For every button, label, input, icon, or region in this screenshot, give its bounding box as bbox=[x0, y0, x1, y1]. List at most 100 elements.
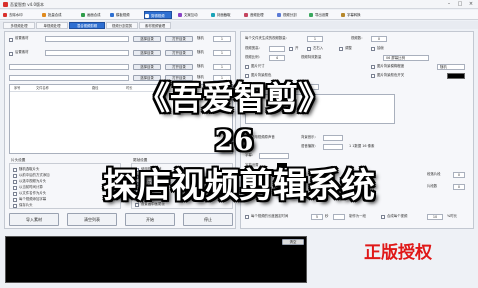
intro-opt-checkbox[interactable] bbox=[13, 168, 17, 172]
subtitle-size-label: 1 1数据 16 像素 bbox=[349, 144, 375, 148]
video-count-label: 视频数： bbox=[351, 36, 365, 40]
window-title: 吾爱智剪 v4.0版本 bbox=[10, 2, 44, 7]
third-choose-folder-button[interactable]: 选择目录 bbox=[133, 64, 161, 70]
clear-log-button[interactable]: 清空 bbox=[282, 239, 304, 245]
suffix-choose-folder-button[interactable]: 选择目录 bbox=[133, 50, 161, 56]
suffix-checkbox[interactable] bbox=[9, 52, 13, 56]
toolbar-export-settings[interactable]: 导出设置 bbox=[309, 11, 341, 19]
fixed-length-input[interactable]: 5 bbox=[311, 214, 323, 220]
split-icon bbox=[277, 13, 281, 17]
toolbar-template-video[interactable]: 模板视频 bbox=[110, 11, 146, 19]
video-size-input[interactable] bbox=[269, 46, 285, 52]
stop-button[interactable]: 停止 bbox=[183, 213, 233, 226]
toolbar-remove-watermark[interactable]: 去除水印 bbox=[3, 11, 39, 19]
bgm-label: 背景音乐： bbox=[301, 135, 318, 139]
intro-opt-label: 保存片头 bbox=[19, 203, 33, 207]
option-checkbox[interactable] bbox=[339, 47, 343, 51]
video-ratio-input[interactable]: 4 bbox=[269, 55, 285, 61]
app-logo-icon bbox=[3, 2, 8, 7]
prefix-choose-folder-button[interactable]: 选择目录 bbox=[133, 36, 161, 42]
segment-input[interactable]: 0 bbox=[453, 172, 465, 178]
screen-ratio-select[interactable]: 06 屏幕比例 bbox=[383, 55, 429, 61]
video-ratio-label: 视频比例： bbox=[245, 55, 262, 59]
blur-label: 图片背景模糊程度 bbox=[377, 64, 405, 68]
option-label: 开 bbox=[295, 46, 299, 50]
toolbar-edit-video[interactable]: 剪辑视频 bbox=[144, 11, 172, 19]
third-path-input[interactable] bbox=[9, 64, 129, 70]
cover-icon bbox=[211, 13, 215, 17]
suffix-label: 后置素材 bbox=[15, 50, 29, 54]
intro-opt-checkbox[interactable] bbox=[13, 198, 17, 202]
merge-icon bbox=[42, 13, 46, 17]
intro-opt-checkbox[interactable] bbox=[13, 192, 17, 196]
prefix-checkbox[interactable] bbox=[9, 38, 13, 42]
option-checkbox[interactable] bbox=[289, 47, 293, 51]
import-assets-button[interactable]: 导入素材 bbox=[9, 213, 59, 226]
intro-opt-label: 以文件名作为片头 bbox=[19, 191, 47, 195]
videos-per-folder-label: 每个文件夹生成的视频数量： bbox=[245, 36, 290, 40]
overlay-subtitle: 探店视频剪辑系统 bbox=[103, 166, 375, 206]
toolbar-split-video[interactable]: 视频分割 bbox=[277, 11, 309, 19]
videos-per-folder-input[interactable]: 1 bbox=[307, 36, 323, 42]
start-button[interactable]: 开始 bbox=[125, 213, 175, 226]
picture-icon bbox=[81, 13, 85, 17]
blur-select[interactable]: 随机 bbox=[437, 64, 465, 70]
tts-input[interactable] bbox=[323, 144, 343, 150]
as-segment-label: 制作为一段 bbox=[349, 214, 366, 218]
option-checkbox[interactable] bbox=[371, 47, 375, 51]
merge-each-checkbox[interactable] bbox=[381, 215, 385, 219]
video-count-input[interactable]: 0 bbox=[371, 36, 387, 42]
overlay-episode-number: 26 bbox=[214, 124, 254, 157]
tab-mixed-edit[interactable]: 混合视频剪辑 bbox=[69, 22, 105, 29]
toolbar-copy-interact[interactable]: 文案互动 bbox=[178, 11, 210, 19]
third-random-label: 随机 bbox=[197, 64, 204, 68]
clip-count-label: 片段数 bbox=[427, 184, 438, 188]
option-label: 抽帧 bbox=[377, 46, 384, 50]
prefix-open-folder-button[interactable]: 打开目录 bbox=[165, 36, 193, 42]
merge-each-label: 合成每个视频 bbox=[387, 214, 408, 218]
watermark-icon bbox=[3, 13, 7, 17]
option-checkbox[interactable] bbox=[307, 47, 311, 51]
fixed-length-checkbox[interactable] bbox=[245, 215, 249, 219]
prefix-count-input[interactable]: 1 bbox=[213, 36, 231, 42]
intro-opt-checkbox[interactable] bbox=[13, 186, 17, 190]
merge-percent-input[interactable]: 10 bbox=[427, 214, 443, 220]
suffix-open-folder-button[interactable]: 打开目录 bbox=[165, 50, 193, 56]
intro-opt-label: 随机选取片头 bbox=[19, 167, 40, 171]
subtitle-icon bbox=[341, 13, 345, 17]
intro-opt-checkbox[interactable] bbox=[13, 180, 17, 184]
clear-list-button[interactable]: 清空列表 bbox=[67, 213, 117, 226]
toolbar-audio[interactable]: 音频处理 bbox=[244, 11, 276, 19]
third-open-folder-button[interactable]: 打开目录 bbox=[165, 64, 193, 70]
minimize-button[interactable]: – bbox=[444, 1, 454, 8]
intro-opt-checkbox[interactable] bbox=[13, 174, 17, 178]
toolbar-cover-capture[interactable]: 封面截取 bbox=[211, 11, 243, 19]
seconds-label: 秒 bbox=[325, 214, 329, 218]
image-size-checkbox[interactable] bbox=[245, 65, 249, 69]
option-label: 调整 bbox=[345, 46, 352, 50]
prefix-path-input[interactable] bbox=[45, 36, 129, 42]
toolbar-subtitle-convert[interactable]: 字幕转换 bbox=[341, 11, 373, 19]
close-button[interactable]: × bbox=[466, 1, 476, 8]
prefix-random-label: 随机 bbox=[197, 36, 204, 40]
tab-split-mix[interactable]: 视频分割混剪 bbox=[106, 22, 138, 29]
tab-single-video[interactable]: 单视频处理 bbox=[36, 22, 68, 29]
log-console: 清空 bbox=[5, 236, 307, 283]
maximize-button[interactable]: □ bbox=[455, 1, 465, 8]
intro-opt-checkbox[interactable] bbox=[13, 204, 17, 208]
suffix-path-input[interactable] bbox=[45, 50, 129, 56]
fixed-length-label: 每个视频的长度固定时间 bbox=[251, 214, 289, 218]
toolbar-batch-merge[interactable]: 批量合成 bbox=[42, 11, 78, 19]
bgm-input[interactable] bbox=[323, 135, 343, 141]
suffix-count-input[interactable]: 1 bbox=[213, 50, 231, 56]
intro-opt-label: 以当前时间计算 bbox=[19, 185, 43, 189]
clip-count-input[interactable]: 0 bbox=[453, 184, 465, 190]
export-icon bbox=[309, 13, 313, 17]
blur-checkbox[interactable] bbox=[371, 65, 375, 69]
third-count-input[interactable]: 1 bbox=[213, 64, 231, 70]
color-swatch[interactable] bbox=[447, 73, 465, 79]
template-icon bbox=[110, 13, 114, 17]
tab-asset-manage[interactable]: 素材视频管理 bbox=[139, 22, 171, 29]
tab-multi-video[interactable]: 多视频处理 bbox=[3, 22, 35, 29]
seconds-input[interactable] bbox=[333, 214, 345, 220]
